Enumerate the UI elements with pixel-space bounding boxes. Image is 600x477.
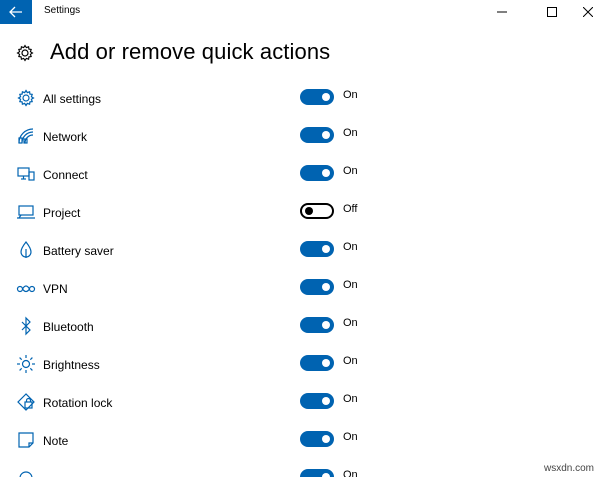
toggle-knob [322,321,330,329]
quick-action-toggle[interactable] [300,393,334,409]
gear-icon [16,88,36,108]
gear-icon [16,44,34,62]
toggle-knob [322,435,330,443]
window-title: Settings [44,5,81,16]
close-button[interactable] [566,0,600,24]
toggle-state-label: Off [343,203,358,215]
quick-action-toggle[interactable] [300,469,334,477]
quick-action-row: Note On [0,422,600,460]
toggle-knob [322,473,330,477]
maximize-icon [547,7,557,17]
quick-action-label: Project [43,206,81,220]
quick-action-label: Network [43,130,88,144]
quick-action-toggle[interactable] [300,89,334,105]
network-icon [16,126,36,146]
toggle-state-label: On [343,127,358,139]
toggle-knob [322,131,330,139]
toggle-state-label: On [343,317,358,329]
connect-icon [16,164,36,184]
brightness-icon [16,354,36,374]
quick-action-toggle[interactable] [300,241,334,257]
quick-action-toggle[interactable] [300,127,334,143]
quick-action-label: VPN [43,282,68,296]
battery-saver-icon [16,240,36,260]
quick-action-label: Connect [43,168,88,182]
toggle-state-label: On [343,393,358,405]
quick-action-row: On [0,460,600,477]
quick-action-toggle[interactable] [300,165,334,181]
quick-action-row: All settings On [0,80,600,118]
toggle-knob [322,93,330,101]
toggle-state-label: On [343,165,358,177]
quick-action-label: Rotation lock [43,396,113,410]
note-icon [16,430,36,450]
quick-action-toggle[interactable] [300,317,334,333]
toggle-knob [322,397,330,405]
page-title: Add or remove quick actions [50,39,331,64]
toggle-state-label: On [343,355,358,367]
quick-action-row: VPN On [0,270,600,308]
toggle-state-label: On [343,279,358,291]
watermark: wsxdn.com [543,463,594,474]
quick-action-label: Brightness [43,358,100,372]
toggle-knob [322,359,330,367]
quick-action-label: Note [43,434,69,448]
minimize-button[interactable] [480,0,524,24]
toggle-state-label: On [343,469,358,477]
back-arrow-icon [9,6,22,18]
toggle-knob [305,207,313,215]
toggle-state-label: On [343,241,358,253]
quick-action-row: Project Off [0,194,600,232]
quick-action-row: Network On [0,118,600,156]
rotation-lock-icon [16,392,36,412]
quick-action-label: Bluetooth [43,320,94,334]
back-button[interactable] [0,0,32,24]
quick-action-toggle[interactable] [300,355,334,371]
toggle-knob [322,283,330,291]
close-icon [583,7,593,17]
quick-action-row: Rotation lock On [0,384,600,422]
unknown-icon [16,468,36,477]
quick-action-row: Brightness On [0,346,600,384]
quick-action-row: Connect On [0,156,600,194]
quick-action-row: Battery saver On [0,232,600,270]
quick-action-toggle[interactable] [300,203,334,219]
quick-action-toggle[interactable] [300,279,334,295]
toggle-knob [322,169,330,177]
toggle-state-label: On [343,431,358,443]
bluetooth-icon [16,316,36,336]
quick-action-toggle[interactable] [300,431,334,447]
title-bar: Settings [0,0,600,24]
minimize-icon [497,11,507,13]
toggle-state-label: On [343,89,358,101]
quick-actions-list: All settings On Network On Connect On Project O… [0,80,600,477]
project-icon [16,202,36,222]
vpn-icon [16,278,36,298]
toggle-knob [322,245,330,253]
quick-action-label: Battery saver [43,244,114,258]
quick-action-row: Bluetooth On [0,308,600,346]
quick-action-label: All settings [43,92,102,106]
